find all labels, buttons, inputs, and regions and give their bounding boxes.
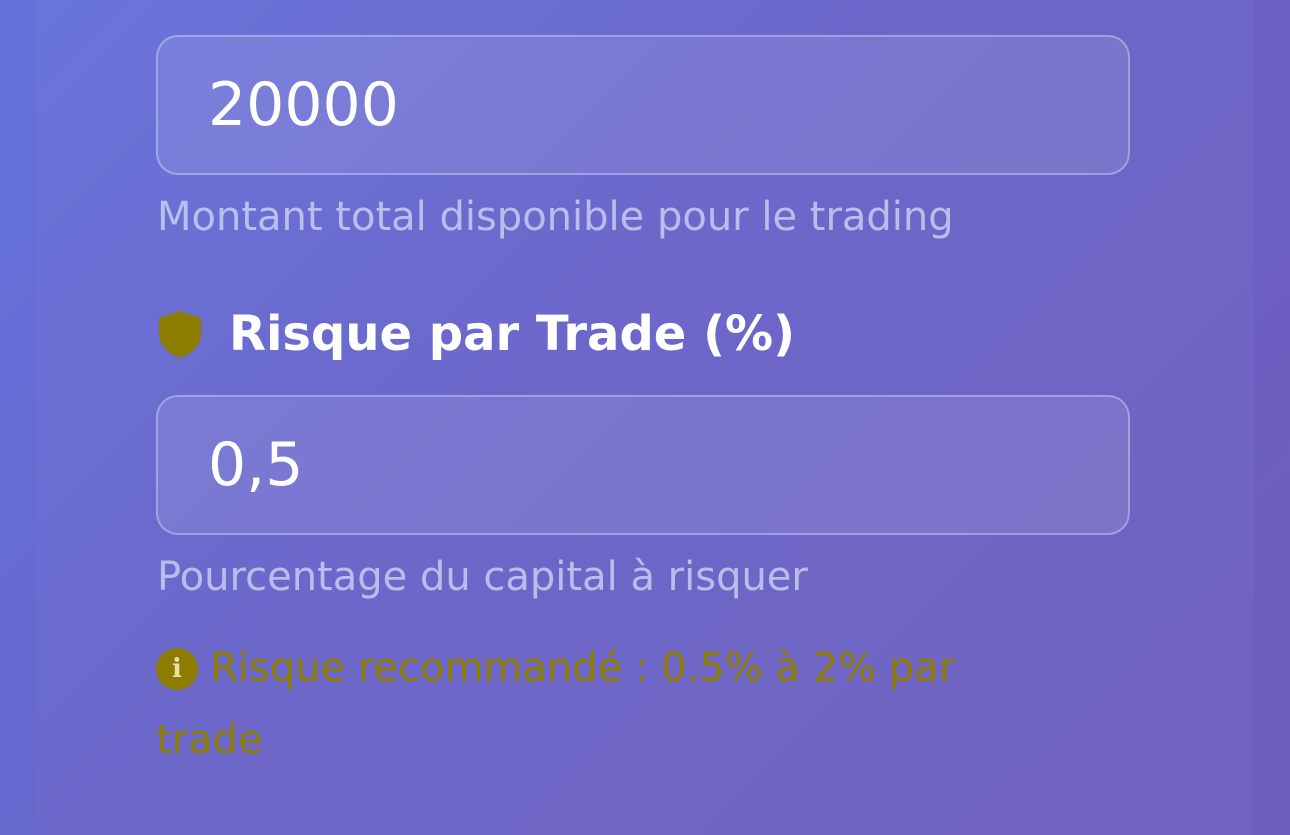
risk-label-row: Risque par Trade (%) xyxy=(156,306,795,362)
risk-help-text: Pourcentage du capital à risquer xyxy=(157,554,808,600)
risk-label: Risque par Trade (%) xyxy=(229,306,796,362)
shield-icon xyxy=(156,309,204,359)
capital-input[interactable] xyxy=(158,37,1128,173)
info-icon: i xyxy=(156,648,198,690)
capital-field[interactable] xyxy=(156,35,1130,175)
panel-right-edge xyxy=(1254,0,1290,835)
panel-left-edge xyxy=(0,0,36,835)
risk-input[interactable] xyxy=(158,397,1128,533)
risk-field[interactable] xyxy=(156,395,1130,535)
capital-help-text: Montant total disponible pour le trading xyxy=(157,194,954,240)
recommendation-text: Risque recommandé : 0.5% à 2% par trade xyxy=(156,645,956,763)
risk-recommendation: i Risque recommandé : 0.5% à 2% par trade xyxy=(156,632,1056,776)
